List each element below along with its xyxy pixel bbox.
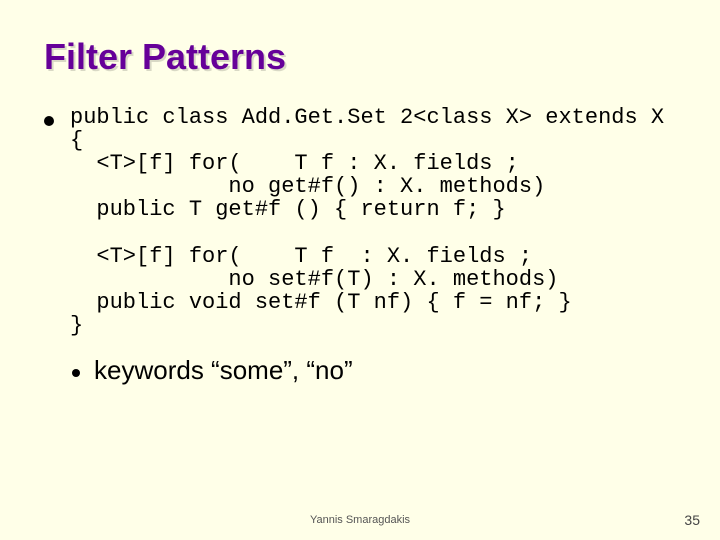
keywords-text: keywords “some”, “no”	[94, 355, 353, 386]
bullet-icon	[44, 116, 54, 126]
code-block: public class Add.Get.Set 2<class X> exte…	[70, 106, 664, 337]
slide-title: Filter Patterns	[44, 36, 676, 78]
page-number: 35	[684, 512, 700, 528]
bullet-icon	[72, 369, 80, 377]
slide: Filter Patterns public class Add.Get.Set…	[0, 0, 720, 540]
keywords-row: keywords “some”, “no”	[72, 355, 676, 386]
footer-author: Yannis Smaragdakis	[0, 514, 720, 526]
code-block-row: public class Add.Get.Set 2<class X> exte…	[44, 106, 676, 337]
